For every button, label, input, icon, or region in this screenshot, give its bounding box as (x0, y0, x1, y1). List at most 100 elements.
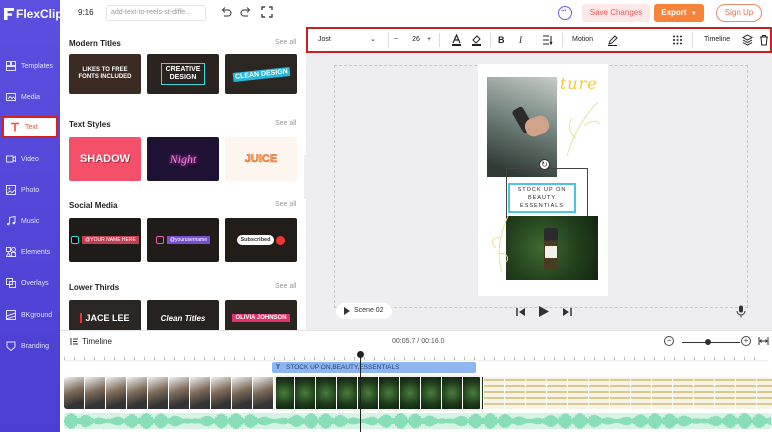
branding-icon (6, 341, 16, 351)
template-thumbnail[interactable]: JACE LEE (69, 300, 141, 330)
green-bottle-photo[interactable] (506, 216, 598, 280)
template-thumbnail[interactable]: @YOUR NAME HERE (69, 218, 141, 262)
layers-icon[interactable] (742, 34, 753, 46)
instagram-icon (155, 236, 164, 244)
text-clip-label: STOCK UP ON,BEAUTY,ESSENTIALS (286, 364, 400, 371)
template-thumbnail[interactable]: OLIVIA JOHNSON (225, 300, 297, 330)
decrease-font-size-button[interactable]: − (394, 34, 398, 46)
scene-selector-button[interactable]: Scene 02 (336, 303, 392, 319)
video-frame-thumbnail (148, 377, 168, 409)
zoom-out-button[interactable]: − (664, 336, 674, 346)
ruler-tick (444, 357, 445, 360)
ruler-tick (204, 357, 205, 360)
increase-font-size-button[interactable]: + (427, 34, 431, 46)
divider (490, 33, 491, 47)
playhead[interactable] (357, 351, 364, 432)
caption-text-box[interactable]: STOCK UP ON BEAUTY ESSENTIALS (508, 183, 576, 213)
grid-dots-icon[interactable] (672, 34, 683, 46)
zoom-in-button[interactable]: + (741, 336, 751, 346)
nav-label: Branding (21, 342, 50, 350)
template-thumbnail[interactable]: CLEAN DESIGN (225, 54, 297, 94)
filename-field[interactable]: add-text-to-reels-st-diffe... (106, 5, 206, 21)
video-frame-thumbnail (589, 377, 609, 409)
font-size-input[interactable]: 26 (408, 34, 424, 46)
text-color-icon[interactable] (451, 34, 462, 46)
see-all-link[interactable]: See all (275, 39, 296, 46)
play-icon[interactable] (538, 305, 550, 318)
ruler-tick (494, 357, 495, 360)
text-clip[interactable]: T STOCK UP ON,BEAUTY,ESSENTIALS (272, 362, 476, 373)
leaf-decoration (492, 215, 509, 273)
selected-scene-range[interactable] (274, 375, 482, 411)
nav-item-overlays[interactable]: Overlays (0, 272, 60, 294)
ruler-tick (154, 357, 155, 360)
highlight-color-icon[interactable] (471, 34, 482, 46)
ruler-tick (244, 357, 245, 360)
nav-item-media[interactable]: Media (0, 86, 60, 108)
video-frame-thumbnail (715, 377, 735, 409)
ruler-tick (174, 357, 175, 360)
font-family-select[interactable]: Jost ⌄ (318, 34, 378, 46)
ruler-tick (684, 357, 685, 360)
nav-item-photo[interactable]: Photo (0, 179, 60, 201)
video-frame-thumbnail (484, 377, 504, 409)
see-all-link[interactable]: See all (275, 120, 296, 127)
previous-scene-icon[interactable] (516, 307, 526, 317)
save-changes-button[interactable]: Save Changes (582, 4, 650, 22)
template-thumbnail[interactable]: Subscribed (225, 218, 297, 262)
video-frame-thumbnail (85, 377, 105, 409)
template-thumbnail[interactable]: @yourusername (147, 218, 219, 262)
template-thumbnail[interactable]: Night (147, 137, 219, 181)
nav-item-bkground[interactable]: BKground (0, 304, 60, 326)
microphone-icon[interactable] (736, 305, 746, 318)
zoom-slider-thumb[interactable] (705, 339, 711, 345)
nav-item-video[interactable]: Video (0, 148, 60, 170)
next-scene-icon[interactable] (562, 307, 572, 317)
ruler-tick (694, 357, 695, 360)
trash-icon[interactable] (759, 34, 769, 46)
motion-button[interactable]: Motion (572, 34, 593, 46)
ruler-tick (104, 357, 105, 360)
nav-item-templates[interactable]: Templates (0, 55, 60, 77)
italic-button[interactable]: I (519, 34, 522, 46)
ruler-tick (324, 357, 325, 360)
font-family-value: Jost (318, 36, 331, 43)
undo-icon[interactable] (220, 6, 232, 18)
see-all-link[interactable]: See all (275, 283, 296, 290)
video-frame-thumbnail (757, 377, 772, 409)
bold-button[interactable]: B (498, 34, 505, 46)
text-library-panel: Modern Titles See all LIKES TO FREE FONT… (60, 27, 306, 330)
nav-item-music[interactable]: Music (0, 210, 60, 232)
sign-up-button[interactable]: Sign Up (716, 4, 762, 22)
ruler-tick (394, 357, 395, 360)
thumb-text: Clean Titles (160, 313, 206, 323)
redo-icon[interactable] (240, 6, 252, 18)
template-thumbnail[interactable]: CREATIVE DESIGN (147, 54, 219, 94)
nav-item-elements[interactable]: Elements (0, 241, 60, 263)
nav-item-branding[interactable]: Branding (0, 335, 60, 357)
template-thumbnail[interactable]: Clean Titles (147, 300, 219, 330)
support-chat-icon[interactable] (558, 6, 572, 20)
tiktok-icon (71, 236, 80, 244)
aspect-ratio-selector[interactable]: 9:16 (78, 8, 94, 17)
fit-timeline-icon[interactable] (758, 336, 769, 346)
edit-pen-icon[interactable] (607, 34, 618, 46)
rotate-handle-icon[interactable]: ↻ (539, 159, 550, 170)
video-page[interactable]: nature ↻ STOCK UP ON BEAUTY ESSENTIALS (478, 64, 608, 296)
export-button[interactable]: Export ▼ (654, 4, 704, 22)
template-thumbnail[interactable]: SHADOW (69, 137, 141, 181)
template-thumbnail[interactable]: JUICE (225, 137, 297, 181)
app-logo[interactable]: FlexClip (4, 7, 63, 21)
text-align-icon[interactable] (542, 34, 553, 46)
background-icon (6, 310, 16, 320)
fullscreen-icon[interactable] (261, 6, 273, 18)
nav-item-text[interactable]: Text (2, 116, 58, 138)
zoom-slider-track[interactable] (682, 342, 740, 343)
audio-track[interactable] (64, 413, 772, 429)
template-thumbnail[interactable]: LIKES TO FREE FONTS INCLUDED (69, 54, 141, 94)
chevron-down-icon: ⌄ (370, 36, 376, 43)
section-title: Text Styles (69, 120, 111, 129)
timeline-toggle-button[interactable]: Timeline (704, 34, 730, 46)
ruler-tick (124, 357, 125, 360)
see-all-link[interactable]: See all (275, 201, 296, 208)
